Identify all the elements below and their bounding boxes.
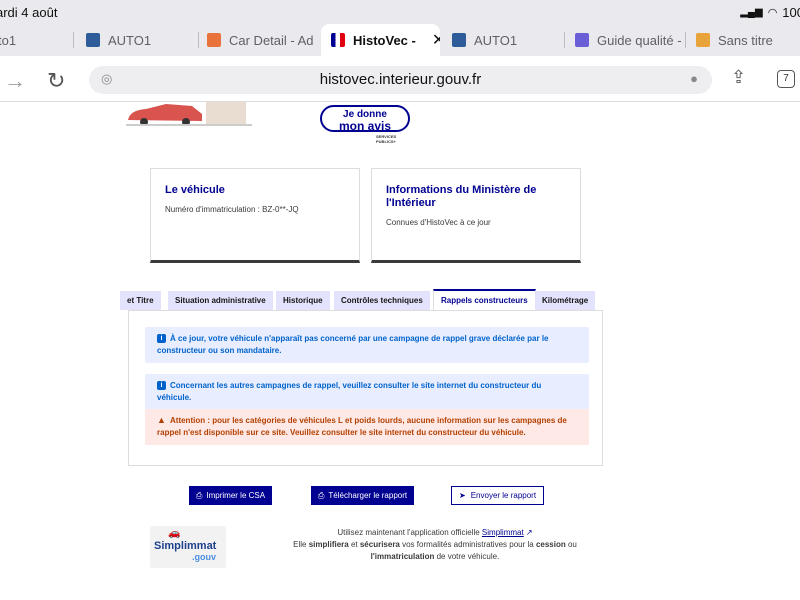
status-date: ardi 4 août bbox=[0, 5, 58, 20]
browser-tab-title: AUTO1 bbox=[108, 32, 152, 48]
address-bar-row: → ↻ ◎ histovec.interieur.gouv.fr ● ⇪ 7 bbox=[0, 56, 800, 102]
give-feedback-button[interactable]: Je donne mon avis bbox=[320, 105, 410, 132]
alert-text: Attention : pour les catégories de véhic… bbox=[157, 416, 567, 437]
tab-controles-techniques[interactable]: Contrôles techniques bbox=[334, 291, 430, 310]
auto1-favicon-icon bbox=[452, 33, 466, 47]
warning-icon: ▲ bbox=[157, 415, 166, 426]
promo-text: vos formalités administratives pour la bbox=[399, 540, 536, 549]
car-illustration bbox=[126, 102, 252, 126]
logo-gouv: .gouv bbox=[192, 552, 216, 562]
browser-tab-histovec[interactable]: HistoVec - ✕ bbox=[321, 24, 440, 56]
browser-tab-title: Car Detail - Ad bbox=[229, 32, 314, 48]
alert-text: Concernant les autres campagnes de rappe… bbox=[157, 381, 542, 402]
auto1-favicon-icon bbox=[86, 33, 100, 47]
recalls-panel: iÀ ce jour, votre véhicule n'apparaît pa… bbox=[128, 310, 603, 466]
info-icon: i bbox=[157, 381, 166, 391]
browser-tab-2[interactable]: Car Detail - Ad bbox=[199, 24, 319, 56]
browser-tab-1[interactable]: AUTO1 bbox=[76, 24, 199, 56]
tab-situation-administrative[interactable]: Situation administrative bbox=[168, 291, 273, 310]
promo-text: ou bbox=[565, 540, 577, 549]
logo-name: Simplimmat bbox=[154, 540, 217, 552]
promo-text: de votre véhicule. bbox=[434, 552, 500, 561]
other-recalls-alert: i Concernant les autres campagnes de rapp… bbox=[145, 374, 589, 410]
address-field[interactable]: ◎ histovec.interieur.gouv.fr ● bbox=[89, 66, 712, 94]
simplimmat-logo: 🚗 Simplimmat .gouv bbox=[150, 526, 226, 568]
send-report-button[interactable]: ➤ Envoyer le rapport bbox=[451, 486, 545, 505]
print-csa-button[interactable]: ⎙ Imprimer le CSA bbox=[189, 486, 273, 505]
url-text: histovec.interieur.gouv.fr bbox=[319, 71, 482, 88]
promo-text: et bbox=[348, 540, 360, 549]
browser-tab-6[interactable]: Sans titre bbox=[686, 24, 800, 56]
avis-line2: mon avis bbox=[338, 119, 392, 133]
page-content: Je donne mon avis SERVICES PUBLICS+ Le v… bbox=[0, 102, 800, 600]
share-icon[interactable]: ⇪ bbox=[731, 67, 746, 88]
promo-text: Utilisez maintenant l'application offici… bbox=[337, 528, 482, 537]
ministry-card-sub: Connues d'HistoVec à ce jour bbox=[386, 218, 491, 227]
printer-icon: ⎙ bbox=[196, 490, 203, 500]
status-bar: ardi 4 août ▂▄▆ ◠ 100 bbox=[0, 0, 800, 24]
send-icon: ➤ bbox=[459, 491, 466, 500]
car-logo-icon: 🚗 bbox=[168, 528, 181, 539]
browser-tab-5[interactable]: Guide qualité - bbox=[565, 24, 686, 56]
tab-rappels-constructeurs[interactable]: Rappels constructeurs bbox=[433, 289, 536, 310]
promo-bold: l'immatriculation bbox=[370, 552, 435, 561]
browser-tab-title: Guide qualité - bbox=[597, 32, 682, 48]
browser-tab-0[interactable]: to1 bbox=[0, 24, 74, 56]
download-icon: ⎙ bbox=[318, 490, 325, 500]
reload-icon[interactable]: ↻ bbox=[47, 68, 65, 94]
browser-tab-title: to1 bbox=[0, 32, 17, 48]
browser-tab-bar: to1 AUTO1 Car Detail - Ad HistoVec - ✕ A… bbox=[0, 24, 800, 56]
promo-bold: cession bbox=[535, 540, 566, 549]
button-label: Envoyer le rapport bbox=[470, 491, 537, 500]
alert-text: À ce jour, votre véhicule n'apparaît pas… bbox=[157, 334, 549, 355]
vehicle-card-title: Le véhicule bbox=[165, 184, 225, 196]
battery-percent: 100 bbox=[782, 5, 800, 20]
simplimmat-promo: Utilisez maintenant l'application offici… bbox=[250, 527, 620, 563]
close-tab-icon[interactable]: ✕ bbox=[432, 30, 440, 50]
info-icon: i bbox=[157, 334, 166, 344]
tab-historique[interactable]: Historique bbox=[276, 291, 330, 310]
promo-text: Elle bbox=[293, 540, 309, 549]
browser-tab-title: Sans titre bbox=[718, 32, 773, 48]
button-label: Imprimer le CSA bbox=[206, 491, 266, 500]
button-label: Télécharger le rapport bbox=[328, 491, 408, 500]
promo-bold: simplifiera bbox=[308, 540, 349, 549]
ministry-card[interactable]: Informations du Ministère de l'Intérieur… bbox=[371, 168, 581, 263]
forward-icon[interactable]: → bbox=[4, 68, 26, 94]
external-link-icon: ↗ bbox=[523, 528, 533, 537]
guide-favicon-icon bbox=[575, 33, 589, 47]
status-icons: ▂▄▆ ◠ 100 bbox=[740, 5, 800, 20]
browser-tab-title: AUTO1 bbox=[474, 32, 518, 48]
tab-titre[interactable]: et Titre bbox=[120, 291, 161, 310]
simplimmat-link[interactable]: Simplimmat bbox=[482, 528, 524, 537]
car-detail-favicon-icon bbox=[207, 33, 221, 47]
doc-favicon-icon bbox=[696, 33, 710, 47]
download-report-button[interactable]: ⎙ Télécharger le rapport bbox=[311, 486, 415, 505]
browser-tab-title: HistoVec - bbox=[353, 32, 416, 48]
recall-info-alert: iÀ ce jour, votre véhicule n'apparaît pa… bbox=[145, 327, 589, 363]
promo-bold: sécurisera bbox=[359, 540, 400, 549]
tab-count-button[interactable]: 7 bbox=[777, 70, 795, 88]
french-flag-favicon-icon bbox=[331, 33, 345, 47]
services-publics-logo: SERVICES PUBLICS+ bbox=[376, 134, 397, 144]
wifi-icon: ◠ bbox=[767, 7, 778, 19]
microphone-icon[interactable]: ● bbox=[690, 71, 698, 86]
signal-icon: ▂▄▆ bbox=[740, 7, 763, 18]
warning-alert: ▲ Attention : pour les catégories de véhi… bbox=[145, 409, 589, 445]
browser-tab-4[interactable]: AUTO1 bbox=[442, 24, 565, 56]
ministry-card-title: Informations du Ministère de l'Intérieur bbox=[386, 184, 537, 209]
vehicle-plate: Numéro d'immatriculation : BZ-0**-JQ bbox=[165, 205, 299, 214]
vehicle-card[interactable]: Le véhicule Numéro d'immatriculation : B… bbox=[150, 168, 360, 263]
tab-kilometrage[interactable]: Kilométrage bbox=[535, 291, 596, 310]
